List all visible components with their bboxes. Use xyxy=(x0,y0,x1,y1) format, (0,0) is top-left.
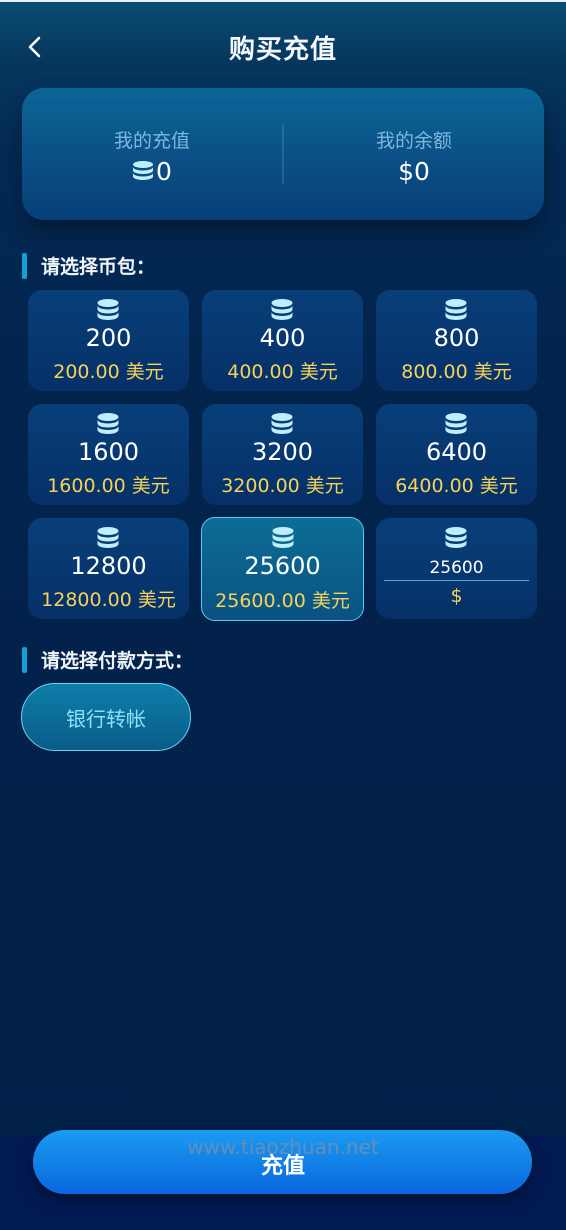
section-accent-bar xyxy=(22,252,27,279)
package-amount: 800 xyxy=(433,324,480,352)
package-price: 3200.00 美元 xyxy=(221,475,344,497)
my-recharge-value: 0 xyxy=(156,157,172,186)
recharge-submit-label: 充值 xyxy=(260,1154,305,1179)
package-card-800[interactable]: 800 800.00 美元 xyxy=(376,290,537,391)
package-price: 800.00 美元 xyxy=(401,361,512,383)
custom-input-underline xyxy=(384,580,529,581)
coin-stack-icon xyxy=(97,299,119,320)
package-amount: 3200 xyxy=(251,438,314,466)
package-card-25600-selected[interactable]: 25600 25600.00 美元 xyxy=(201,517,364,621)
coin-stack-icon xyxy=(97,413,119,434)
package-card-3200[interactable]: 3200 3200.00 美元 xyxy=(202,404,363,505)
coin-stack-icon xyxy=(445,527,467,548)
coin-stack-icon xyxy=(271,413,293,434)
package-card-6400[interactable]: 6400 6400.00 美元 xyxy=(376,404,537,505)
coin-stack-icon xyxy=(445,299,467,320)
coin-stack-icon xyxy=(133,160,154,180)
custom-currency-symbol: $ xyxy=(450,585,463,607)
payment-method-bank-transfer[interactable]: 银行转帐 xyxy=(21,683,191,751)
coin-stack-icon xyxy=(445,413,467,434)
package-price: 200.00 美元 xyxy=(53,361,164,383)
custom-package-card[interactable]: 25600 $ xyxy=(376,518,537,619)
package-price: 6400.00 美元 xyxy=(395,475,518,497)
section-accent-bar xyxy=(22,646,27,673)
my-recharge-value-row: 0 xyxy=(22,157,282,186)
package-section-title: 请选择币包： xyxy=(22,252,155,279)
package-amount: 6400 xyxy=(425,438,488,466)
my-balance: 我的余额 $0 xyxy=(284,126,544,186)
package-amount: 12800 xyxy=(70,552,147,580)
coin-stack-icon xyxy=(97,527,119,548)
account-summary-card: 我的充值 0 我的余额 $0 xyxy=(22,88,544,220)
package-amount: 200 xyxy=(85,324,132,352)
package-amount: 25600 xyxy=(244,552,321,580)
package-card-12800[interactable]: 12800 12800.00 美元 xyxy=(28,518,189,619)
coin-stack-icon xyxy=(271,299,293,320)
payment-section-title: 请选择付款方式： xyxy=(22,646,193,673)
my-recharge: 我的充值 0 xyxy=(22,126,282,186)
package-card-1600[interactable]: 1600 1600.00 美元 xyxy=(28,404,189,505)
custom-amount-input[interactable]: 25600 xyxy=(384,558,529,578)
header: 购买充值 xyxy=(0,0,566,92)
payment-section-label: 请选择付款方式： xyxy=(41,650,194,672)
package-amount: 400 xyxy=(259,324,306,352)
my-recharge-label: 我的充值 xyxy=(113,130,190,152)
package-price: 25600.00 美元 xyxy=(215,590,350,612)
package-card-200[interactable]: 200 200.00 美元 xyxy=(28,290,189,391)
page-title: 购买充值 xyxy=(228,35,337,65)
package-amount: 1600 xyxy=(77,438,140,466)
package-card-400[interactable]: 400 400.00 美元 xyxy=(202,290,363,391)
package-section-label: 请选择币包： xyxy=(41,256,156,278)
my-balance-label: 我的余额 xyxy=(375,130,452,152)
package-price: 1600.00 美元 xyxy=(47,475,170,497)
package-price: 12800.00 美元 xyxy=(41,589,176,611)
package-price: 400.00 美元 xyxy=(227,361,338,383)
my-balance-value: $0 xyxy=(398,157,430,186)
coin-stack-icon xyxy=(272,527,294,548)
